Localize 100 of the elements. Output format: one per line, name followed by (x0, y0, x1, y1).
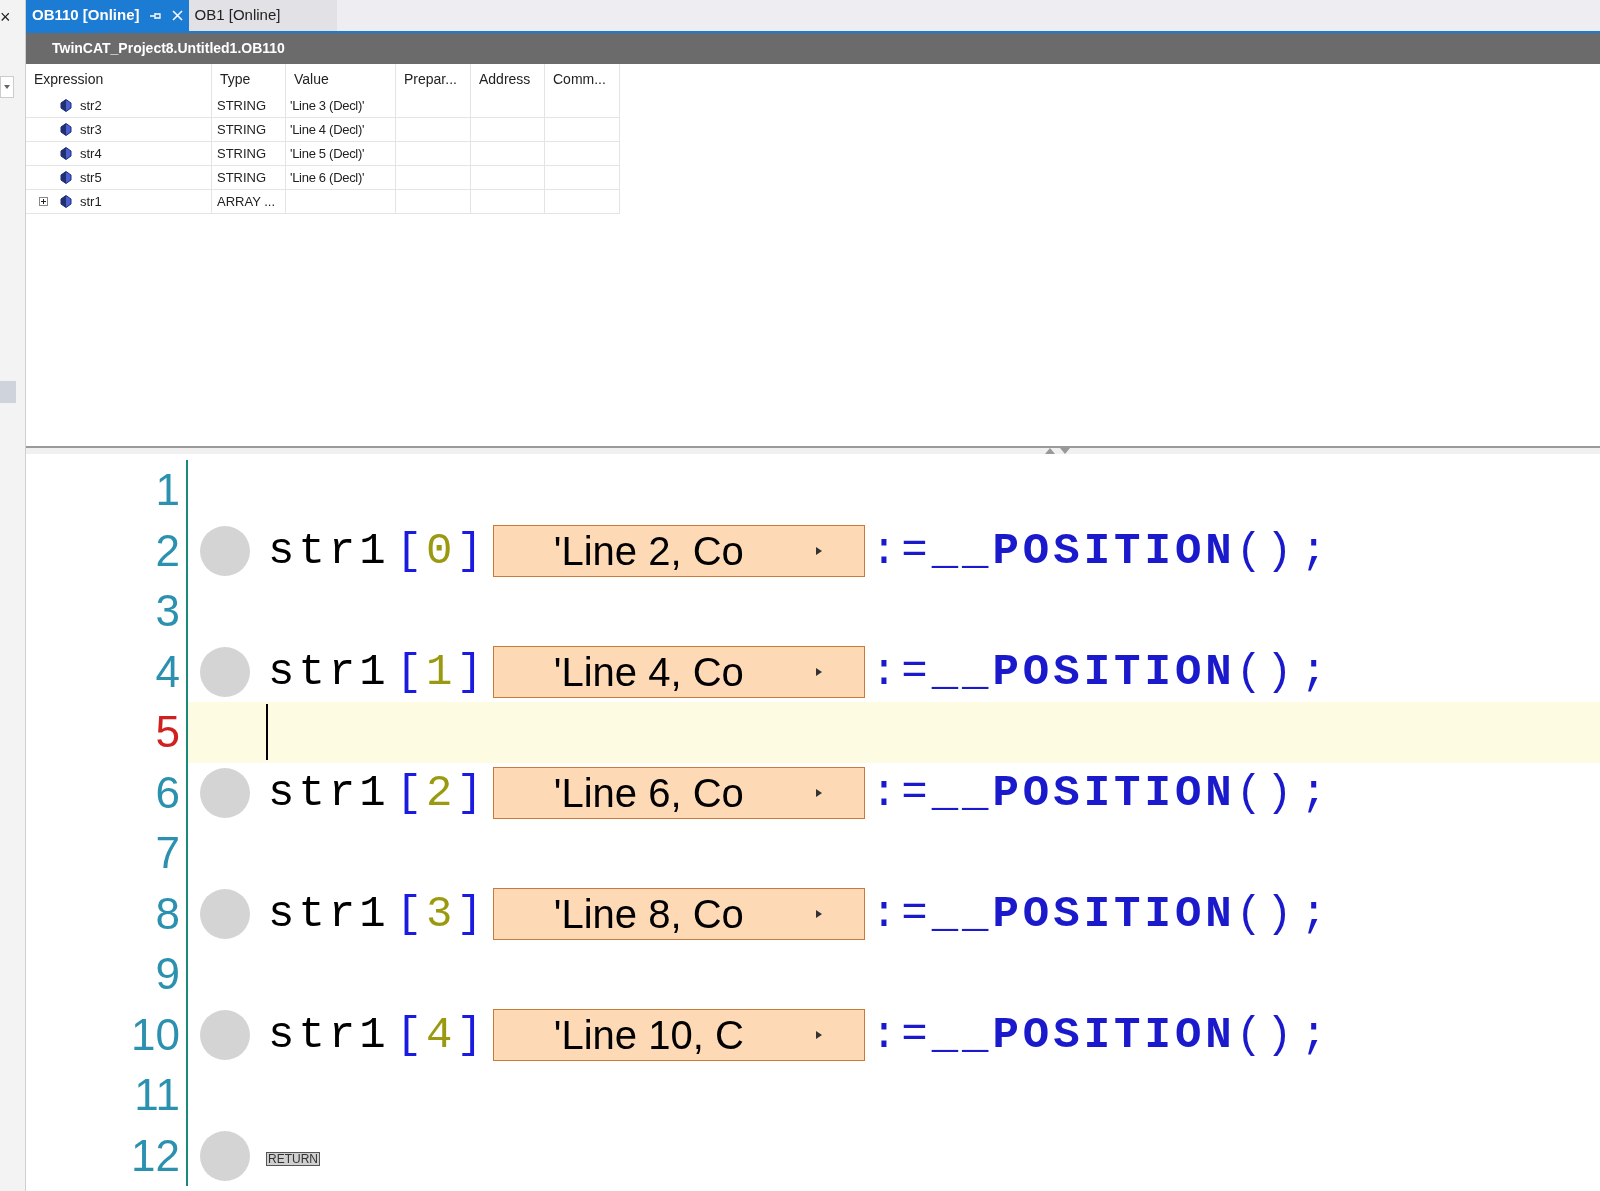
bracket: ] (456, 649, 487, 694)
bracket: ] (456, 891, 487, 936)
column-header[interactable]: Type (220, 68, 251, 90)
caret-icon (815, 667, 822, 676)
assign-operator: := (870, 649, 932, 694)
line-number: 10 (131, 1012, 180, 1057)
breakpoint-marker[interactable] (200, 767, 250, 818)
monitor-value: 'Line 2, Co (553, 530, 744, 571)
expand-icon[interactable] (38, 197, 48, 206)
line-number: 11 (134, 1073, 180, 1118)
assign-operator: := (870, 891, 932, 936)
assign-operator: := (870, 528, 932, 573)
variable-icon (60, 123, 72, 136)
bracket: [ (395, 649, 427, 694)
bracket: [ (395, 770, 427, 815)
bracket: [ (395, 1012, 427, 1057)
text-cursor (266, 704, 268, 761)
line-number: 3 (155, 589, 180, 634)
variable-name: str1 (268, 1012, 390, 1057)
monitor-value: 'Line 6, Co (553, 772, 744, 813)
semicolon: ; (1300, 770, 1331, 815)
splitter[interactable] (26, 446, 1600, 454)
function-name: __POSITION (931, 1012, 1236, 1057)
monitor-value-box[interactable]: 'Line 8, Co (492, 887, 865, 940)
value-cell-text: 'Line 4 (Decl)' (290, 120, 365, 139)
assign-operator: := (870, 1012, 932, 1057)
expression-cell-text: str2 (80, 96, 102, 115)
column-header[interactable]: Comm... (553, 68, 606, 90)
variable-icon (60, 99, 72, 112)
expression-cell-text: str3 (80, 120, 102, 139)
semicolon: ; (1300, 528, 1331, 573)
line-number: 2 (155, 528, 180, 573)
semicolon: ; (1300, 1012, 1331, 1057)
monitor-value-box[interactable]: 'Line 10, C (492, 1008, 865, 1061)
expression-cell-text: str5 (80, 168, 102, 187)
bracket: [ (395, 528, 427, 573)
value-cell-text: 'Line 5 (Decl)' (290, 144, 365, 163)
caret-icon (815, 546, 822, 555)
monitor-value-box[interactable]: 'Line 2, Co (492, 524, 865, 577)
assign-operator: := (870, 770, 932, 815)
close-button[interactable]: × (0, 8, 25, 26)
type-cell-text: STRING (217, 120, 267, 139)
variable-name: str1 (268, 528, 390, 573)
dropdown[interactable] (0, 76, 14, 98)
line-number: 12 (131, 1133, 180, 1178)
line-number: 1 (155, 468, 180, 513)
array-index: 2 (426, 770, 457, 815)
type-cell-text: STRING (217, 144, 267, 163)
breakpoint-marker[interactable] (200, 1130, 250, 1181)
column-header[interactable]: Expression (34, 68, 104, 90)
column-header[interactable]: Prepar... (404, 68, 457, 90)
variable-icon (60, 195, 72, 208)
monitor-value-box[interactable]: 'Line 6, Co (492, 766, 865, 819)
array-index: 1 (426, 649, 457, 694)
bracket: [ (395, 891, 427, 936)
scroll-thumb[interactable] (0, 381, 16, 403)
function-name: __POSITION (931, 649, 1236, 694)
breakpoint-marker[interactable] (200, 646, 250, 697)
breakpoint-marker[interactable] (200, 1009, 250, 1060)
parentheses: () (1235, 528, 1297, 573)
type-cell-text: STRING (217, 96, 267, 115)
semicolon: ; (1300, 891, 1331, 936)
parentheses: () (1235, 770, 1297, 815)
breakpoint-marker[interactable] (200, 888, 250, 939)
window-title: TwinCAT_Project8.Untitled1.OB110 (52, 39, 285, 58)
line-number: 5 (155, 710, 180, 755)
monitor-value: 'Line 10, C (553, 1014, 744, 1055)
splitter-arrows-icon (1045, 448, 1071, 454)
breakpoint-marker[interactable] (200, 525, 250, 576)
line-number: 8 (155, 891, 180, 936)
value-cell-text: 'Line 3 (Decl)' (290, 96, 365, 115)
monitor-value-box[interactable]: 'Line 4, Co (492, 645, 865, 698)
close-icon[interactable] (171, 10, 183, 21)
caret-icon (815, 909, 822, 918)
line-number: 6 (155, 770, 180, 815)
column-header[interactable]: Address (479, 68, 531, 90)
bracket: ] (456, 1012, 487, 1057)
return-keyword: RETURN (266, 1151, 320, 1166)
line-number: 4 (155, 649, 180, 694)
variable-icon (60, 147, 72, 160)
semicolon: ; (1300, 649, 1331, 694)
function-name: __POSITION (931, 891, 1236, 936)
variable-name: str1 (268, 770, 390, 815)
pin-icon[interactable] (149, 10, 162, 21)
array-index: 3 (426, 891, 457, 936)
monitor-value: 'Line 8, Co (553, 893, 744, 934)
type-cell-text: STRING (217, 168, 267, 187)
variable-name: str1 (268, 649, 390, 694)
variable-icon (60, 171, 72, 184)
column-header[interactable]: Value (294, 68, 329, 90)
bracket: ] (456, 770, 487, 815)
line-number: 7 (155, 831, 180, 876)
function-name: __POSITION (931, 528, 1236, 573)
editor-tab[interactable]: OB110 [Online] (26, 0, 189, 31)
array-index: 4 (426, 1012, 457, 1057)
parentheses: () (1235, 649, 1297, 694)
function-name: __POSITION (931, 770, 1236, 815)
editor-tab[interactable]: OB1 [Online] (188, 0, 337, 31)
caret-icon (815, 788, 822, 797)
monitor-value: 'Line 4, Co (553, 651, 744, 692)
